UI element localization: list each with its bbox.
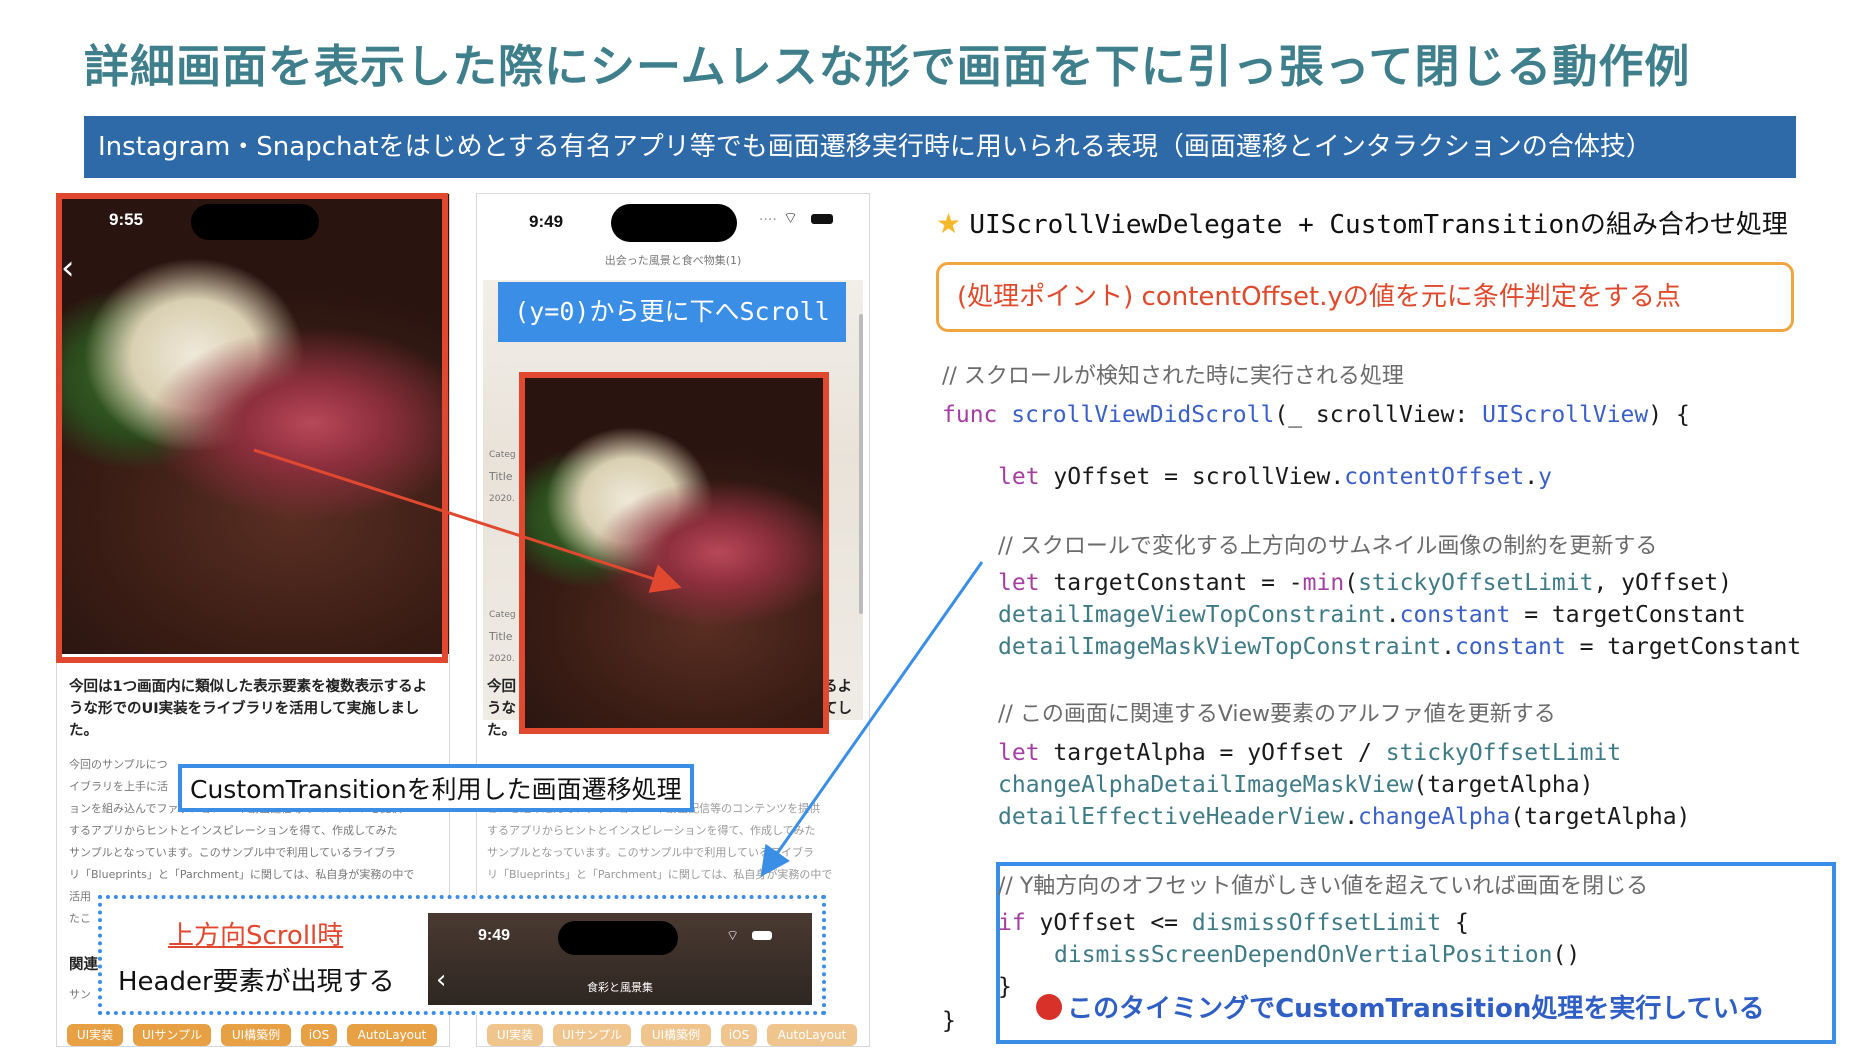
apple-icon <box>1036 993 1062 1020</box>
code-line: detailImageMaskViewTopConstraint.constan… <box>998 634 1802 660</box>
code-heading-text: UIScrollViewDelegate + CustomTransitionの… <box>969 210 1788 240</box>
code-comment: // スクロールが検知された時に実行される処理 <box>942 364 1404 389</box>
code-line: detailEffectiveHeaderView.changeAlpha(ta… <box>998 804 1691 830</box>
code-to-transition-arrow <box>760 561 984 877</box>
photo-shrink-arrow <box>253 448 682 593</box>
code-line: changeAlphaDetailImageMaskView(targetAlp… <box>998 772 1594 798</box>
timing-note: このタイミングでCustomTransition処理を実行している <box>1036 988 1765 1025</box>
code-closing-brace: } <box>942 1008 956 1034</box>
code-line: if yOffset <= dismissOffsetLimit { <box>998 910 1469 936</box>
code-line: detailImageViewTopConstraint.constant = … <box>998 602 1746 628</box>
code-line: let yOffset = scrollView.contentOffset.y <box>998 464 1552 490</box>
code-comment: // この画面に関連するView要素のアルファ値を更新する <box>998 702 1556 727</box>
code-line: let targetAlpha = yOffset / stickyOffset… <box>998 740 1622 766</box>
code-comment: // スクロールで変化する上方向のサムネイル画像の制約を更新する <box>998 534 1658 559</box>
code-func-line: func scrollViewDidScroll(_ scrollView: U… <box>942 402 1690 428</box>
code-line: } <box>998 974 1012 1000</box>
code-heading: ★ UIScrollViewDelegate + CustomTransitio… <box>936 204 1788 241</box>
processing-point-box: (処理ポイント) contentOffset.yの値を元に条件判定をする点 <box>936 262 1794 332</box>
code-comment: // Y軸方向のオフセット値がしきい値を超えていれば画面を閉じる <box>998 874 1649 899</box>
star-icon: ★ <box>936 207 962 240</box>
timing-note-text: このタイミングでCustomTransition処理を実行している <box>1067 994 1765 1024</box>
code-line: let targetConstant = -min(stickyOffsetLi… <box>998 570 1732 596</box>
code-line: dismissScreenDependOnVertialPosition() <box>1054 942 1581 968</box>
